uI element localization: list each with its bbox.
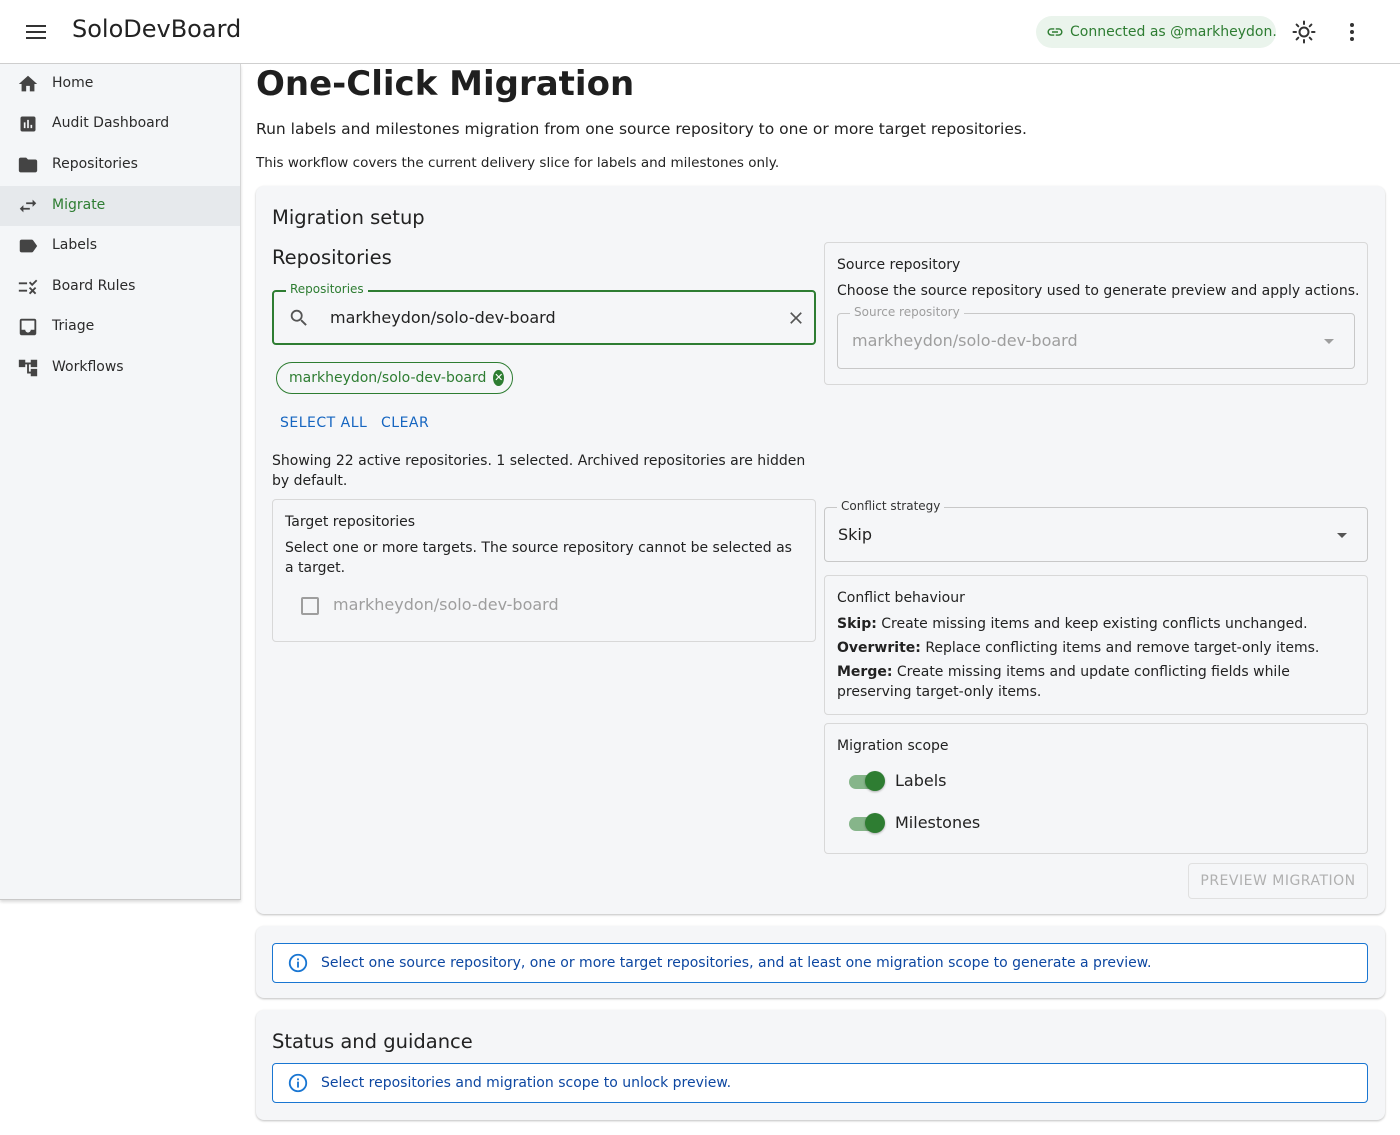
target-repositories-description: Select one or more targets. The source r… — [285, 540, 792, 576]
merge-description: Merge: Create missing items and update c… — [837, 662, 1357, 702]
label-icon — [17, 235, 39, 257]
home-icon — [17, 73, 39, 95]
sidebar-item-label: Labels — [52, 237, 98, 253]
sidebar-item-triage[interactable]: Triage — [0, 307, 240, 347]
milestones-toggle-label: Milestones — [895, 813, 981, 832]
conflict-strategy-select[interactable]: Conflict strategy Skip — [824, 499, 1368, 562]
skip-term: Skip: — [837, 616, 877, 632]
info-icon — [288, 953, 308, 973]
sidebar-item-label: Home — [52, 75, 94, 91]
app-title: SoloDevBoard — [72, 15, 242, 43]
select-all-button[interactable]: SELECT ALL — [280, 415, 367, 431]
page-note: This workflow covers the current deliver… — [256, 155, 780, 171]
conflict-strategy-value: Skip — [838, 525, 873, 544]
toggle-thumb — [865, 813, 885, 833]
sidebar-item-label: Triage — [52, 318, 95, 334]
skip-text: Create missing items and keep existing c… — [881, 616, 1308, 632]
source-repository-panel: Source repository Choose the source repo… — [824, 242, 1368, 385]
sidebar-item-label: Repositories — [52, 156, 138, 172]
info-icon — [288, 1073, 308, 1093]
link-icon — [1047, 28, 1063, 36]
sidebar-item-label: Workflows — [52, 359, 124, 375]
labels-toggle-label: Labels — [895, 771, 947, 790]
selected-repository-chip[interactable]: markheydon/solo-dev-board ✕ — [276, 362, 513, 394]
preview-info-text: Select one source repository, one or mor… — [321, 955, 1152, 971]
migration-setup-card: Migration setup Repositories Repositorie… — [256, 186, 1385, 914]
app-bar: SoloDevBoard Connected as @markheydon. — [0, 0, 1400, 64]
sidebar: Home Audit Dashboard Repositories Migrat… — [0, 64, 241, 900]
target-repositories-title: Target repositories — [285, 514, 416, 530]
clear-button[interactable]: CLEAR — [381, 415, 429, 431]
connection-status-text: Connected as @markheydon. — [1070, 24, 1276, 40]
repositories-heading: Repositories — [272, 246, 392, 269]
preview-migration-button[interactable]: PREVIEW MIGRATION — [1188, 863, 1368, 899]
sidebar-item-board-rules[interactable]: Board Rules — [0, 267, 240, 307]
chip-label: markheydon/solo-dev-board — [289, 370, 487, 386]
status-guidance-card: Status and guidance Select repositories … — [256, 1010, 1385, 1120]
chart-icon — [17, 113, 39, 135]
migration-scope-panel: Migration scope Labels Milestones — [824, 723, 1368, 854]
rule-icon — [17, 276, 39, 298]
sidebar-item-label: Board Rules — [52, 278, 136, 294]
status-alert-text: Select repositories and migration scope … — [321, 1075, 732, 1091]
repositories-field-label: Repositories — [286, 282, 368, 296]
workflow-icon — [17, 357, 39, 379]
chip-remove-icon[interactable]: ✕ — [493, 370, 504, 386]
sidebar-item-home[interactable]: Home — [0, 64, 240, 104]
migration-scope-title: Migration scope — [837, 738, 949, 754]
sidebar-item-migrate[interactable]: Migrate — [0, 186, 240, 226]
connection-status-chip: Connected as @markheydon. — [1036, 16, 1276, 48]
conflict-behaviour-title: Conflict behaviour — [837, 590, 965, 606]
folder-icon — [17, 154, 39, 176]
chevron-down-icon — [1324, 339, 1334, 344]
page-subtitle: Run labels and milestones migration from… — [256, 120, 1027, 138]
source-repository-select[interactable]: Source repository markheydon/solo-dev-bo… — [837, 305, 1355, 369]
close-icon[interactable] — [786, 308, 806, 328]
sidebar-item-label: Audit Dashboard — [52, 115, 170, 131]
preview-info-card: Select one source repository, one or mor… — [256, 926, 1385, 998]
status-alert: Select repositories and migration scope … — [272, 1063, 1368, 1103]
repositories-summary: Showing 22 active repositories. 1 select… — [272, 453, 806, 489]
page-title: One-Click Migration — [256, 64, 635, 104]
skip-description: Skip: Create missing items and keep exis… — [837, 614, 1357, 634]
conflict-behaviour-panel: Conflict behaviour Skip: Create missing … — [824, 575, 1368, 715]
sidebar-item-labels[interactable]: Labels — [0, 226, 240, 266]
source-repository-field-label: Source repository — [850, 305, 964, 319]
target-repository-label: markheydon/solo-dev-board — [333, 595, 559, 614]
sidebar-item-workflows[interactable]: Workflows — [0, 348, 240, 388]
merge-term: Merge: — [837, 664, 893, 680]
chevron-down-icon — [1337, 533, 1347, 538]
source-repository-value: markheydon/solo-dev-board — [852, 331, 1078, 350]
migration-setup-heading: Migration setup — [272, 206, 425, 229]
inbox-icon — [17, 316, 39, 338]
overwrite-text: Replace conflicting items and remove tar… — [925, 640, 1320, 656]
source-repository-description: Choose the source repository used to gen… — [837, 283, 1360, 299]
checkbox[interactable] — [301, 597, 319, 615]
search-icon — [290, 309, 307, 326]
milestones-toggle[interactable] — [847, 812, 887, 834]
preview-info-alert: Select one source repository, one or mor… — [272, 943, 1368, 983]
repositories-search-input[interactable]: markheydon/solo-dev-board — [330, 308, 556, 327]
labels-toggle[interactable] — [847, 770, 887, 792]
sidebar-item-audit-dashboard[interactable]: Audit Dashboard — [0, 104, 240, 144]
swap-icon — [17, 195, 39, 217]
target-repositories-panel: Target repositories Select one or more t… — [272, 499, 816, 642]
overwrite-description: Overwrite: Replace conflicting items and… — [837, 638, 1357, 658]
sidebar-item-repositories[interactable]: Repositories — [0, 145, 240, 185]
overwrite-term: Overwrite: — [837, 640, 921, 656]
source-repository-title: Source repository — [837, 257, 961, 273]
toggle-thumb — [865, 771, 885, 791]
more-vert-icon[interactable] — [1336, 16, 1368, 48]
repositories-search-field[interactable]: Repositories markheydon/solo-dev-board — [272, 282, 816, 345]
merge-text: Create missing items and update conflict… — [837, 664, 1290, 700]
conflict-strategy-label: Conflict strategy — [837, 499, 945, 513]
menu-icon[interactable] — [20, 18, 52, 46]
theme-toggle-sun-icon[interactable] — [1288, 16, 1320, 48]
sidebar-item-label: Migrate — [52, 197, 106, 213]
status-guidance-heading: Status and guidance — [272, 1030, 473, 1053]
